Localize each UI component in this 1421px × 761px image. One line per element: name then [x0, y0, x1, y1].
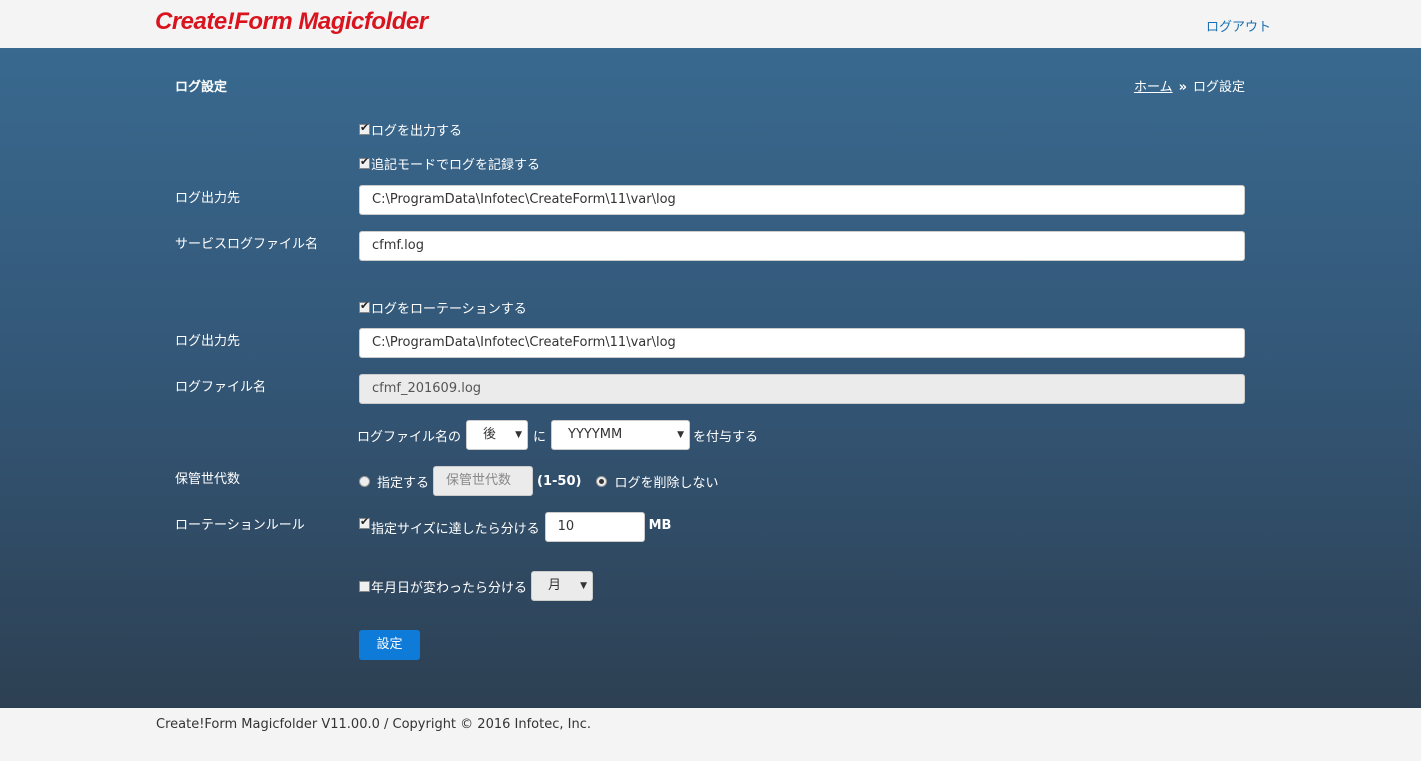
append-mode-row: 追記モードでログを記録する: [359, 154, 540, 173]
breadcrumb: ホーム » ログ設定: [1134, 76, 1245, 95]
log-dest-input[interactable]: C:\ProgramData\Infotec\CreateForm\11\var…: [359, 185, 1245, 215]
suffix-ni-label: に: [533, 426, 546, 445]
breadcrumb-separator: »: [1179, 80, 1187, 95]
breadcrumb-current: ログ設定: [1193, 80, 1245, 95]
retention-nodelete-radio[interactable]: [596, 476, 607, 487]
date-unit-value: 月: [548, 578, 561, 593]
suffix-row: ログファイル名の 後 ▼ に YYYYMM ▼ を付与する: [357, 420, 758, 450]
breadcrumb-home-link[interactable]: ホーム: [1134, 80, 1173, 95]
output-log-checkbox[interactable]: [359, 124, 370, 135]
suffix-tail-label: を付与する: [693, 426, 758, 445]
size-unit-label: MB: [649, 518, 672, 533]
date-rule-label: 年月日が変わったら分ける: [371, 577, 527, 596]
rotate-dest-input[interactable]: C:\ProgramData\Infotec\CreateForm\11\var…: [359, 328, 1245, 358]
retention-specify-label: 指定する: [377, 472, 429, 491]
submit-button[interactable]: 設定: [359, 630, 420, 660]
rotation-rule-label: ローテーションルール: [175, 514, 305, 533]
page-title: ログ設定: [175, 76, 227, 95]
app-logo: Create!Form Magicfolder: [155, 8, 428, 36]
chevron-down-icon: ▼: [515, 421, 522, 449]
output-log-label: ログを出力する: [371, 120, 462, 139]
retention-count-input[interactable]: 保管世代数: [433, 466, 533, 496]
append-mode-label: 追記モードでログを記録する: [371, 154, 540, 173]
retention-label: 保管世代数: [175, 468, 240, 487]
log-file-input: cfmf_201609.log: [359, 374, 1245, 404]
logout-link[interactable]: ログアウト: [1206, 16, 1271, 35]
suffix-format-select[interactable]: YYYYMM ▼: [551, 420, 690, 450]
footer-copyright: Create!Form Magicfolder V11.00.0 / Copyr…: [156, 717, 591, 732]
suffix-position-value: 後: [483, 427, 496, 442]
date-rule-checkbox[interactable]: [359, 581, 370, 592]
main-panel: ログ設定 ホーム » ログ設定 ログを出力する 追記モードでログを記録する ログ出力…: [0, 48, 1421, 708]
log-file-label: ログファイル名: [175, 376, 266, 395]
service-log-label: サービスログファイル名: [175, 233, 318, 252]
size-value-input[interactable]: 10: [545, 512, 645, 542]
rotate-label: ログをローテーションする: [371, 298, 527, 317]
retention-specify-radio[interactable]: [359, 476, 370, 487]
service-log-input[interactable]: cfmf.log: [359, 231, 1245, 261]
retention-nodelete-label: ログを削除しない: [614, 472, 718, 491]
size-rule-checkbox[interactable]: [359, 518, 370, 529]
retention-row: 指定する 保管世代数 (1-50) ログを削除しない: [359, 466, 718, 496]
top-bar: Create!Form Magicfolder ログアウト: [0, 0, 1421, 48]
retention-range-label: (1-50): [537, 474, 581, 489]
size-rule-label: 指定サイズに達したら分ける: [371, 518, 540, 537]
output-log-row: ログを出力する: [359, 120, 462, 139]
rotate-row: ログをローテーションする: [359, 298, 527, 317]
date-unit-select[interactable]: 月 ▼: [531, 571, 593, 601]
chevron-down-icon: ▼: [677, 421, 684, 449]
chevron-down-icon: ▼: [580, 572, 587, 600]
rotate-checkbox[interactable]: [359, 302, 370, 313]
rotate-dest-label: ログ出力先: [175, 330, 240, 349]
date-rule-row: 年月日が変わったら分ける 月 ▼: [359, 571, 593, 601]
append-mode-checkbox[interactable]: [359, 158, 370, 169]
footer: Create!Form Magicfolder V11.00.0 / Copyr…: [0, 708, 1421, 761]
suffix-position-select[interactable]: 後 ▼: [466, 420, 528, 450]
suffix-prefix-label: ログファイル名の: [357, 426, 461, 445]
size-rule-row: 指定サイズに達したら分ける 10 MB: [359, 512, 671, 542]
suffix-format-value: YYYYMM: [568, 427, 622, 442]
log-dest-label: ログ出力先: [175, 187, 240, 206]
